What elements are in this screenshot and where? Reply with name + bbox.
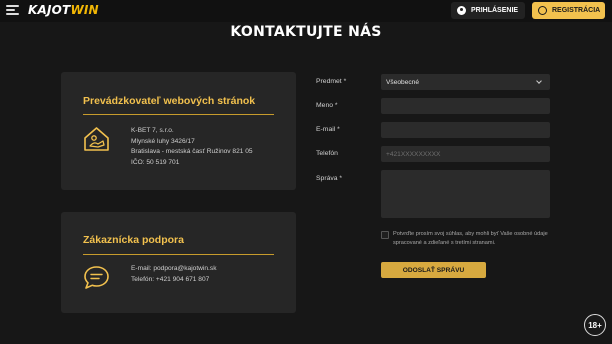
- subject-label: Predmet *: [316, 78, 347, 85]
- divider: [83, 254, 274, 255]
- name-field[interactable]: [381, 98, 550, 114]
- divider: [83, 114, 274, 115]
- chevron-down-icon: [536, 78, 542, 84]
- register-label: REGISTRÁCIA: [552, 7, 601, 14]
- submit-label: ODOSLAŤ SPRÁVU: [402, 266, 465, 274]
- email-label: E-mail *: [316, 126, 340, 133]
- page-title: KONTAKTUJTE NÁS: [230, 24, 382, 40]
- operator-line: IČO: 50 519 701: [131, 158, 180, 166]
- operator-address: K-BET 7, s.r.o. Mlynské luhy 3426/17 Bra…: [131, 126, 253, 168]
- email-field[interactable]: [381, 122, 550, 138]
- operator-card-title: Prevádzkovateľ webových stránok: [83, 95, 256, 107]
- logo-main: KAJOT: [28, 3, 71, 17]
- submit-button[interactable]: ODOSLAŤ SPRÁVU: [381, 262, 486, 278]
- support-contacts: E-mail: podpora@kajotwin.sk Telefón: +42…: [131, 264, 217, 285]
- consent-text: Potvrďte prosím svoj súhlas, aby mohli b…: [393, 231, 548, 246]
- logo[interactable]: KAJOTWIN: [28, 3, 99, 17]
- support-card: Zákaznícka podpora E-mail: podpora@kajot…: [61, 212, 296, 313]
- subject-value: Všeobecné: [386, 78, 419, 86]
- phone-placeholder: +421XXXXXXXXX: [386, 150, 441, 158]
- operator-card: Prevádzkovateľ webových stránok K-BET 7,…: [61, 72, 296, 190]
- register-button[interactable]: REGISTRÁCIA: [532, 2, 605, 19]
- operator-line: Mlynské luhy 3426/17: [131, 137, 195, 145]
- operator-line: Bratislava - mestská časť Ružinov 821 05: [131, 148, 253, 156]
- age-badge[interactable]: 18+: [584, 314, 606, 336]
- name-label: Meno *: [316, 102, 338, 109]
- logo-accent: WIN: [70, 3, 99, 17]
- consent-checkbox[interactable]: [381, 231, 389, 239]
- chat-icon: [84, 266, 109, 289]
- operator-line: K-BET 7, s.r.o.: [131, 127, 174, 134]
- support-card-title: Zákaznícka podpora: [83, 234, 184, 246]
- login-button[interactable]: PRIHLÁSENIE: [451, 2, 525, 19]
- support-phone[interactable]: Telefón: +421 904 671 807: [131, 275, 217, 286]
- support-email[interactable]: E-mail: podpora@kajotwin.sk: [131, 264, 217, 275]
- user-icon: [457, 6, 466, 15]
- message-label: Správa *: [316, 175, 343, 182]
- house-icon: [84, 127, 109, 151]
- menu-icon[interactable]: [6, 5, 19, 16]
- subject-select[interactable]: Všeobecné: [381, 74, 550, 90]
- message-textarea[interactable]: [381, 170, 550, 218]
- top-bar: KAJOTWIN PRIHLÁSENIE REGISTRÁCIA: [0, 0, 612, 22]
- login-label: PRIHLÁSENIE: [471, 7, 519, 14]
- phone-field[interactable]: +421XXXXXXXXX: [381, 146, 550, 162]
- edit-icon: [538, 6, 547, 15]
- phone-label: Telefón: [316, 150, 338, 157]
